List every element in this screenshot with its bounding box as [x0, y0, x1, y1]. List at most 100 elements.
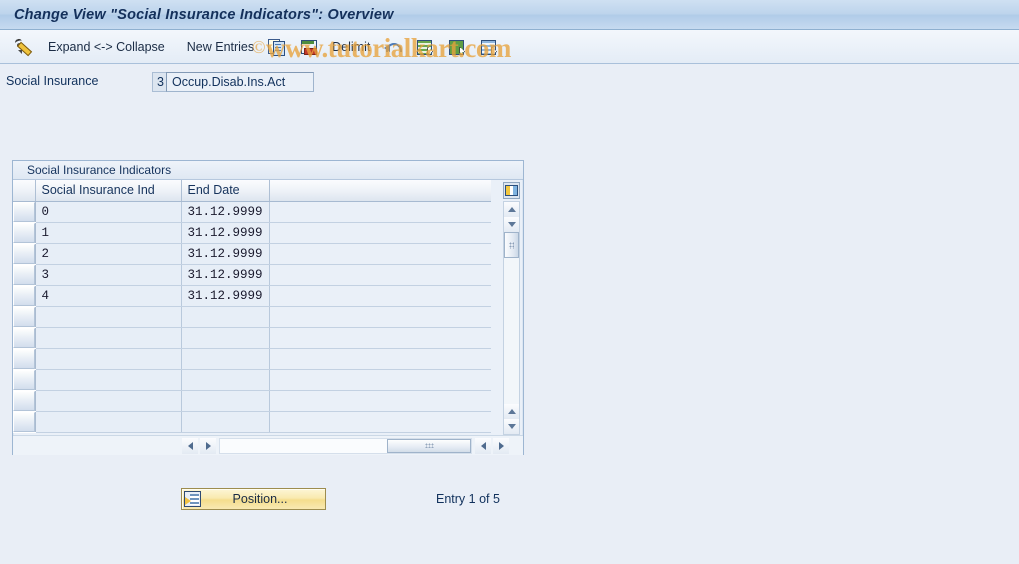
horizontal-scroll-thumb[interactable]	[387, 438, 471, 453]
cell-end-date[interactable]	[181, 348, 270, 370]
vertical-scroll-thumb[interactable]	[504, 232, 519, 258]
scroll-left-button[interactable]	[182, 437, 198, 454]
cell-social-insurance-ind[interactable]: 4	[35, 285, 182, 307]
delimit-button[interactable]: Delimit	[326, 33, 376, 61]
row-selector[interactable]	[13, 285, 36, 307]
deselect-all-button[interactable]	[474, 33, 504, 61]
cell-social-insurance-ind[interactable]: 2	[35, 243, 182, 265]
row-selector[interactable]	[13, 264, 36, 286]
cell-end-date[interactable]	[181, 306, 270, 328]
cell-end-date[interactable]: 31.12.9999	[181, 243, 270, 265]
column-header-filler	[269, 180, 491, 202]
cell-end-date[interactable]: 31.12.9999	[181, 285, 270, 307]
column-config-icon	[505, 185, 518, 196]
row-selector[interactable]	[13, 348, 36, 370]
row-select-button[interactable]	[13, 327, 35, 348]
cell-end-date[interactable]: 31.12.9999	[181, 201, 270, 223]
cell-end-date[interactable]: 31.12.9999	[181, 222, 270, 244]
table-row[interactable]	[13, 411, 491, 433]
scroll-page-up-button[interactable]	[504, 404, 519, 419]
column-header-social-insurance-ind[interactable]: Social Insurance Ind	[35, 180, 182, 202]
wand-button[interactable]	[8, 33, 40, 61]
row-select-button[interactable]	[13, 369, 35, 390]
row-select-button[interactable]	[13, 264, 35, 285]
grip-icon	[509, 241, 514, 249]
cell-social-insurance-ind[interactable]: 1	[35, 222, 182, 244]
row-select-button[interactable]	[13, 306, 35, 327]
scroll-right-button[interactable]	[200, 437, 216, 454]
vertical-scrollbar[interactable]	[503, 201, 520, 435]
new-entries-button[interactable]: New Entries	[181, 33, 260, 61]
position-button-label: Position...	[232, 492, 288, 506]
row-selector[interactable]	[13, 369, 36, 391]
cell-social-insurance-ind[interactable]: 3	[35, 264, 182, 286]
select-block-button[interactable]	[442, 33, 472, 61]
horizontal-scrollbar[interactable]	[13, 435, 523, 455]
copy-as-button[interactable]	[262, 33, 292, 61]
row-selector[interactable]	[13, 390, 36, 412]
scroll-page-down-button[interactable]	[504, 419, 519, 434]
delete-entry-button[interactable]	[294, 33, 324, 61]
panel-title: Social Insurance Indicators	[13, 161, 523, 180]
table-header-row: Social Insurance Ind End Date	[13, 180, 491, 202]
cell-social-insurance-ind[interactable]	[35, 411, 182, 433]
row-select-button[interactable]	[13, 243, 35, 264]
cell-end-date[interactable]	[181, 327, 270, 349]
undo-button[interactable]	[378, 33, 408, 61]
position-button[interactable]: Position...	[181, 488, 326, 510]
cell-filler	[269, 264, 491, 286]
row-select-button[interactable]	[13, 411, 35, 432]
cell-end-date[interactable]	[181, 411, 270, 433]
table-select-icon	[416, 38, 434, 56]
scroll-down-button[interactable]	[504, 217, 519, 232]
row-select-button[interactable]	[13, 390, 35, 411]
cell-social-insurance-ind[interactable]	[35, 369, 182, 391]
table-settings-icon[interactable]	[503, 182, 520, 199]
table-row[interactable]: 2 31.12.9999	[13, 243, 491, 265]
chevron-up-icon	[507, 409, 516, 414]
row-select-button[interactable]	[13, 285, 35, 306]
row-selector[interactable]	[13, 201, 36, 223]
table-row[interactable]	[13, 306, 491, 328]
table-row[interactable]	[13, 327, 491, 349]
row-select-button[interactable]	[13, 201, 35, 222]
horizontal-scroll-track[interactable]	[219, 437, 472, 454]
cell-filler	[269, 348, 491, 370]
table-row[interactable]	[13, 390, 491, 412]
cell-social-insurance-ind[interactable]	[35, 348, 182, 370]
table-row[interactable]	[13, 348, 491, 370]
wand-icon	[14, 37, 34, 56]
scroll-page-right-button[interactable]	[493, 437, 509, 454]
select-all-button[interactable]	[410, 33, 440, 61]
delimit-label: Delimit	[332, 39, 371, 54]
table-row[interactable]: 1 31.12.9999	[13, 222, 491, 244]
cell-end-date[interactable]: 31.12.9999	[181, 264, 270, 286]
cell-social-insurance-ind[interactable]	[35, 327, 182, 349]
row-selector[interactable]	[13, 306, 36, 328]
row-select-button[interactable]	[13, 222, 35, 243]
scroll-page-left-button[interactable]	[475, 437, 491, 454]
table-row[interactable]: 0 31.12.9999	[13, 201, 491, 223]
cell-filler	[269, 411, 491, 433]
cell-end-date[interactable]	[181, 369, 270, 391]
cell-social-insurance-ind[interactable]: 0	[35, 201, 182, 223]
cell-end-date[interactable]	[181, 390, 270, 412]
table-row[interactable]: 4 31.12.9999	[13, 285, 491, 307]
cell-filler	[269, 306, 491, 328]
row-selector[interactable]	[13, 243, 36, 265]
row-select-button[interactable]	[13, 348, 35, 369]
cell-filler	[269, 390, 491, 412]
row-selector[interactable]	[13, 411, 36, 433]
expand-collapse-label: Expand <-> Collapse	[48, 39, 165, 54]
column-header-end-date[interactable]: End Date	[181, 180, 270, 202]
cell-social-insurance-ind[interactable]	[35, 390, 182, 412]
row-selector[interactable]	[13, 327, 36, 349]
table-row[interactable]: 3 31.12.9999	[13, 264, 491, 286]
scroll-up-button[interactable]	[504, 202, 519, 217]
social-insurance-input[interactable]: Occup.Disab.Ins.Act	[166, 72, 314, 92]
table-row[interactable]	[13, 369, 491, 391]
cell-social-insurance-ind[interactable]	[35, 306, 182, 328]
cell-filler	[269, 243, 491, 265]
expand-collapse-button[interactable]: Expand <-> Collapse	[42, 33, 171, 61]
row-selector[interactable]	[13, 222, 36, 244]
